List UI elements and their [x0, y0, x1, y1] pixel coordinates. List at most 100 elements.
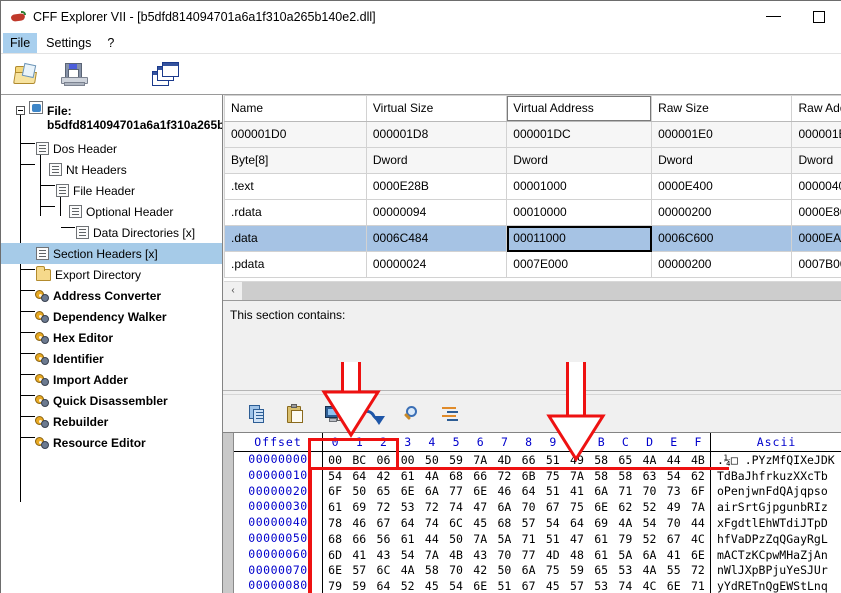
hex-byte[interactable]: 4A [637, 563, 661, 577]
hex-row[interactable]: 00000080 79 59 64 52 45 54 6E 51 67 45 57 53 74 4C 6E 71… [234, 578, 841, 593]
tree-item-section-headers[interactable]: Section Headers [x] [1, 243, 222, 264]
hex-byte[interactable]: 68 [323, 532, 347, 546]
hex-byte[interactable]: 68 [444, 469, 468, 483]
hex-byte[interactable]: 72 [686, 563, 710, 577]
hex-byte[interactable]: 4A [420, 469, 444, 483]
table-cell[interactable]: 0007E000 [506, 251, 653, 278]
hex-byte[interactable]: 70 [517, 500, 541, 514]
hex-byte[interactable]: 59 [565, 563, 589, 577]
hex-ascii[interactable]: airSrtGjpgunbRIz [711, 500, 841, 514]
table-cell[interactable]: 0000E28B [365, 173, 508, 200]
hex-byte[interactable]: 64 [396, 516, 420, 530]
hex-byte[interactable]: 47 [468, 500, 492, 514]
hex-byte[interactable]: 51 [492, 579, 516, 593]
hex-byte[interactable]: 46 [492, 484, 516, 498]
hex-byte[interactable]: 77 [444, 484, 468, 498]
menu-item-help[interactable]: ? [100, 33, 121, 53]
hex-byte[interactable]: 66 [347, 532, 371, 546]
hex-byte[interactable]: 54 [396, 548, 420, 562]
hex-byte[interactable]: 51 [541, 532, 565, 546]
hex-byte[interactable]: 50 [444, 532, 468, 546]
hex-byte[interactable]: 54 [541, 516, 565, 530]
hex-byte[interactable]: 42 [468, 563, 492, 577]
maximize-button[interactable] [796, 1, 841, 32]
hex-byte[interactable]: 6C [371, 563, 395, 577]
hex-ascii[interactable]: hfVaDPzZqQGayRgL [711, 532, 841, 546]
hex-byte[interactable]: 50 [420, 453, 444, 467]
table-cell[interactable]: 00000200 [651, 199, 793, 226]
tree-item-identifier[interactable]: Identifier [1, 348, 222, 369]
hex-byte[interactable]: 43 [371, 548, 395, 562]
hex-byte[interactable]: 70 [637, 484, 661, 498]
hex-row[interactable]: 00000070 6E 57 6C 4A 58 70 42 50 6A 75 59 65 53 4A 55 72… [234, 562, 841, 579]
paste-button[interactable] [285, 404, 309, 426]
hex-byte[interactable]: 6E [662, 579, 686, 593]
hex-byte[interactable]: 71 [686, 579, 710, 593]
hex-byte[interactable]: 78 [323, 516, 347, 530]
hex-byte[interactable]: 75 [541, 469, 565, 483]
tree-item-rebuilder[interactable]: Rebuilder [1, 411, 222, 432]
table-cell[interactable]: .text [224, 173, 367, 200]
column-header-name[interactable]: Name [224, 95, 367, 122]
hex-byte[interactable]: 64 [517, 484, 541, 498]
table-cell[interactable]: .pdata [224, 251, 367, 278]
hex-byte[interactable]: 4B [686, 453, 710, 467]
hex-byte[interactable]: 57 [347, 563, 371, 577]
menu-item-settings[interactable]: Settings [39, 33, 98, 53]
hex-byte[interactable]: 44 [662, 453, 686, 467]
hex-byte[interactable]: 59 [444, 453, 468, 467]
hex-byte[interactable]: 71 [613, 484, 637, 498]
hex-byte[interactable]: 55 [662, 563, 686, 577]
hex-ascii[interactable]: oPenjwnFdQAjqpso [711, 484, 841, 498]
hex-byte[interactable]: 7A [468, 453, 492, 467]
hex-row[interactable]: 00000040 78 46 67 64 74 6C 45 68 57 54 64 69 4A 54 70 44… [234, 515, 841, 531]
hex-byte[interactable]: 43 [468, 548, 492, 562]
hex-byte[interactable]: 68 [492, 516, 516, 530]
hex-byte[interactable]: 45 [468, 516, 492, 530]
table-cell[interactable]: 00000200 [651, 251, 793, 278]
hex-byte[interactable]: 65 [613, 453, 637, 467]
hex-byte[interactable]: 46 [347, 516, 371, 530]
table-cell[interactable]: 0006C600 [651, 225, 793, 252]
hex-byte[interactable]: 74 [613, 579, 637, 593]
tree-item-quick-disassembler[interactable]: Quick Disassembler [1, 390, 222, 411]
hex-byte[interactable]: 54 [662, 469, 686, 483]
offsets-row[interactable]: 000001D0000001D8000001DC000001E0000001E4… [224, 121, 841, 148]
hex-byte[interactable]: 64 [565, 516, 589, 530]
hex-byte[interactable]: 41 [565, 484, 589, 498]
hex-byte[interactable]: 6E [589, 500, 613, 514]
hex-byte[interactable]: 66 [517, 453, 541, 467]
table-row[interactable]: .data0006C484000110000006C6000000EA00000… [224, 225, 841, 252]
tree-item-dos-header[interactable]: Dos Header [1, 138, 222, 159]
hex-byte[interactable]: 49 [662, 500, 686, 514]
hex-byte[interactable]: 59 [347, 579, 371, 593]
copy-button[interactable] [247, 404, 271, 426]
column-header-raw-address[interactable]: Raw Address [791, 95, 841, 122]
hex-byte[interactable]: 63 [637, 469, 661, 483]
table-cell[interactable]: 00011000 [506, 225, 653, 252]
hex-byte[interactable]: 56 [371, 532, 395, 546]
hex-byte[interactable]: 61 [589, 532, 613, 546]
tree-item-nt-headers[interactable]: Nt Headers [1, 159, 222, 180]
cascade-windows-button[interactable] [151, 61, 181, 88]
hex-byte[interactable]: 53 [396, 500, 420, 514]
tree-item-resource-editor[interactable]: Resource Editor [1, 432, 222, 453]
hex-byte[interactable]: 4D [541, 548, 565, 562]
table-cell[interactable]: 000001D8 [365, 121, 508, 148]
hex-ascii[interactable]: nWlJXpBPjuYeSJUr [711, 563, 841, 577]
hex-byte[interactable]: 54 [637, 516, 661, 530]
hex-byte[interactable]: 6E [468, 484, 492, 498]
hex-byte[interactable]: 77 [517, 548, 541, 562]
hex-byte[interactable]: 64 [371, 579, 395, 593]
hex-byte[interactable]: 6A [589, 484, 613, 498]
table-cell[interactable]: 000001DC [506, 121, 653, 148]
hex-byte[interactable]: 61 [589, 548, 613, 562]
table-cell[interactable]: 0000E400 [651, 173, 793, 200]
hex-byte[interactable]: 44 [686, 516, 710, 530]
hex-byte[interactable]: 6A [492, 500, 516, 514]
tree-item-import-adder[interactable]: Import Adder [1, 369, 222, 390]
hex-byte[interactable]: 73 [662, 484, 686, 498]
hex-byte[interactable]: 75 [565, 500, 589, 514]
hex-byte[interactable]: 53 [613, 563, 637, 577]
hex-byte[interactable]: 4A [613, 516, 637, 530]
